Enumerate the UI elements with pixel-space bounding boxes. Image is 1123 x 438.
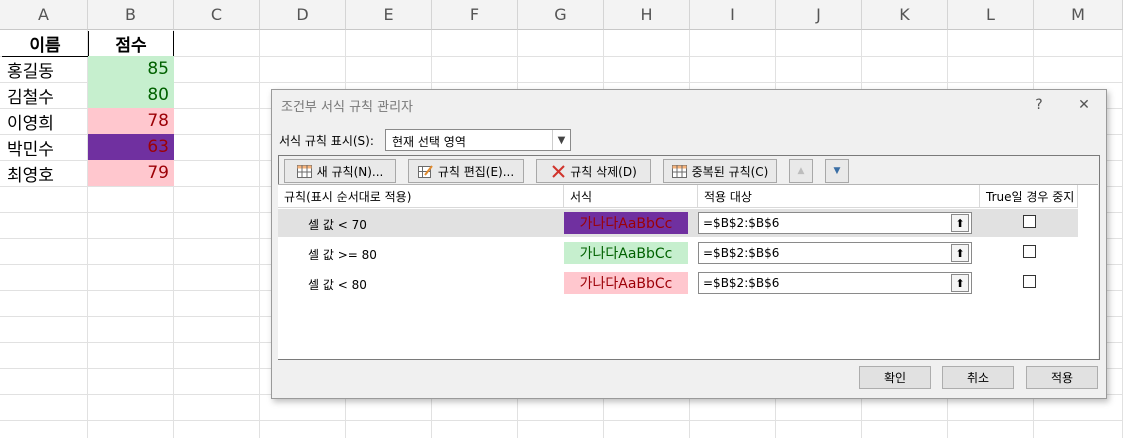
delete-rule-label: 규칙 삭제(D) xyxy=(570,164,637,179)
cell-score[interactable]: 78 xyxy=(88,108,174,134)
chevron-up-icon: ▲ xyxy=(797,166,805,176)
column-header-b[interactable]: B xyxy=(88,0,174,30)
range-picker-icon[interactable]: ⬆ xyxy=(951,274,969,292)
help-button[interactable]: ? xyxy=(1024,94,1054,116)
stop-if-true-checkbox[interactable] xyxy=(1023,215,1036,228)
gridline xyxy=(259,30,260,438)
duplicate-rule-label: 중복된 규칙(C) xyxy=(691,164,769,179)
cancel-button[interactable]: 취소 xyxy=(942,366,1014,389)
column-header-a[interactable]: A xyxy=(0,0,88,30)
edit-table-icon xyxy=(418,164,434,178)
rule-condition: 셀 값 >= 80 xyxy=(308,248,377,262)
applies-to-value: =$B$2:$B$6 xyxy=(703,276,780,290)
chevron-down-icon[interactable]: ▼ xyxy=(552,130,570,150)
column-header-l[interactable]: L xyxy=(948,0,1034,30)
dialog-title: 조건부 서식 규칙 관리자 xyxy=(281,100,413,115)
header-format: 서식 xyxy=(564,185,698,208)
column-header-g[interactable]: G xyxy=(518,0,604,30)
cell-name[interactable]: 이영희 xyxy=(2,108,88,134)
show-rules-value: 현재 선택 영역 xyxy=(392,135,466,149)
header-stop-if-true: True일 경우 중지 xyxy=(980,185,1078,208)
column-header-j[interactable]: J xyxy=(776,0,862,30)
applies-to-value: =$B$2:$B$6 xyxy=(703,246,780,260)
conditional-formatting-rules-manager: 조건부 서식 규칙 관리자 ? ✕ 서식 규칙 표시(S): 현재 선택 영역 … xyxy=(271,89,1107,399)
gridline xyxy=(0,420,1123,421)
duplicate-table-icon xyxy=(672,164,688,178)
rules-table: 규칙(표시 순서대로 적용) 서식 적용 대상 True일 경우 중지 셀 값 … xyxy=(278,184,1098,359)
cell-score[interactable]: 79 xyxy=(88,160,174,186)
cell-score[interactable]: 80 xyxy=(88,82,174,108)
cell-name[interactable]: 홍길동 xyxy=(2,56,88,82)
cell-name[interactable]: 김철수 xyxy=(2,82,88,108)
stop-if-true-checkbox[interactable] xyxy=(1023,245,1036,258)
stop-if-true-checkbox[interactable] xyxy=(1023,275,1036,288)
column-header-h[interactable]: H xyxy=(604,0,690,30)
delete-rule-button[interactable]: 규칙 삭제(D) xyxy=(536,159,651,183)
chevron-down-icon: ▼ xyxy=(833,166,841,176)
column-header-f[interactable]: F xyxy=(432,0,518,30)
rule-row[interactable]: 셀 값 < 70 가나다AaBbCc =$B$2:$B$6 ⬆ xyxy=(278,209,1078,237)
show-rules-label: 서식 규칙 표시(S): xyxy=(279,134,374,148)
applies-to-field[interactable]: =$B$2:$B$6 ⬆ xyxy=(698,242,972,264)
column-header-d[interactable]: D xyxy=(260,0,346,30)
column-header-m[interactable]: M xyxy=(1034,0,1123,30)
move-up-button[interactable]: ▲ xyxy=(789,159,813,183)
new-rule-button[interactable]: 새 규칙(N)... xyxy=(284,159,396,183)
ok-button[interactable]: 확인 xyxy=(859,366,931,389)
edit-rule-label: 규칙 편집(E)... xyxy=(437,164,515,179)
range-picker-icon[interactable]: ⬆ xyxy=(951,214,969,232)
cell-score[interactable]: 63 xyxy=(88,134,174,160)
rule-condition: 셀 값 < 70 xyxy=(308,218,367,232)
format-preview: 가나다AaBbCc xyxy=(564,242,688,264)
apply-button[interactable]: 적용 xyxy=(1026,366,1098,389)
column-header-e[interactable]: E xyxy=(346,0,432,30)
cell-score[interactable]: 85 xyxy=(88,56,174,82)
column-header-i[interactable]: I xyxy=(690,0,776,30)
rule-condition: 셀 값 < 80 xyxy=(308,278,367,292)
close-button[interactable]: ✕ xyxy=(1069,94,1099,116)
show-rules-select[interactable]: 현재 선택 영역 ▼ xyxy=(385,129,571,151)
rule-row[interactable]: 셀 값 < 80 가나다AaBbCc =$B$2:$B$6 ⬆ xyxy=(278,269,1078,297)
applies-to-value: =$B$2:$B$6 xyxy=(703,216,780,230)
range-picker-icon[interactable]: ⬆ xyxy=(951,244,969,262)
format-preview: 가나다AaBbCc xyxy=(564,272,688,294)
header-rule: 규칙(표시 순서대로 적용) xyxy=(278,185,564,208)
header-applies-to: 적용 대상 xyxy=(698,185,980,208)
cell-name[interactable]: 최영호 xyxy=(2,160,88,186)
rule-row[interactable]: 셀 값 >= 80 가나다AaBbCc =$B$2:$B$6 ⬆ xyxy=(278,239,1078,267)
table-icon xyxy=(297,164,313,178)
cell-a1[interactable]: 이름 xyxy=(2,31,88,57)
applies-to-field[interactable]: =$B$2:$B$6 ⬆ xyxy=(698,272,972,294)
applies-to-field[interactable]: =$B$2:$B$6 ⬆ xyxy=(698,212,972,234)
format-preview: 가나다AaBbCc xyxy=(564,212,688,234)
edit-rule-button[interactable]: 규칙 편집(E)... xyxy=(408,159,524,183)
new-rule-label: 새 규칙(N)... xyxy=(316,164,384,179)
cell-name[interactable]: 박민수 xyxy=(2,134,88,160)
cell-b1[interactable]: 점수 xyxy=(88,31,174,57)
column-header-c[interactable]: C xyxy=(174,0,260,30)
move-down-button[interactable]: ▼ xyxy=(825,159,849,183)
delete-x-icon xyxy=(550,164,566,178)
duplicate-rule-button[interactable]: 중복된 규칙(C) xyxy=(663,159,777,183)
column-header-k[interactable]: K xyxy=(862,0,948,30)
